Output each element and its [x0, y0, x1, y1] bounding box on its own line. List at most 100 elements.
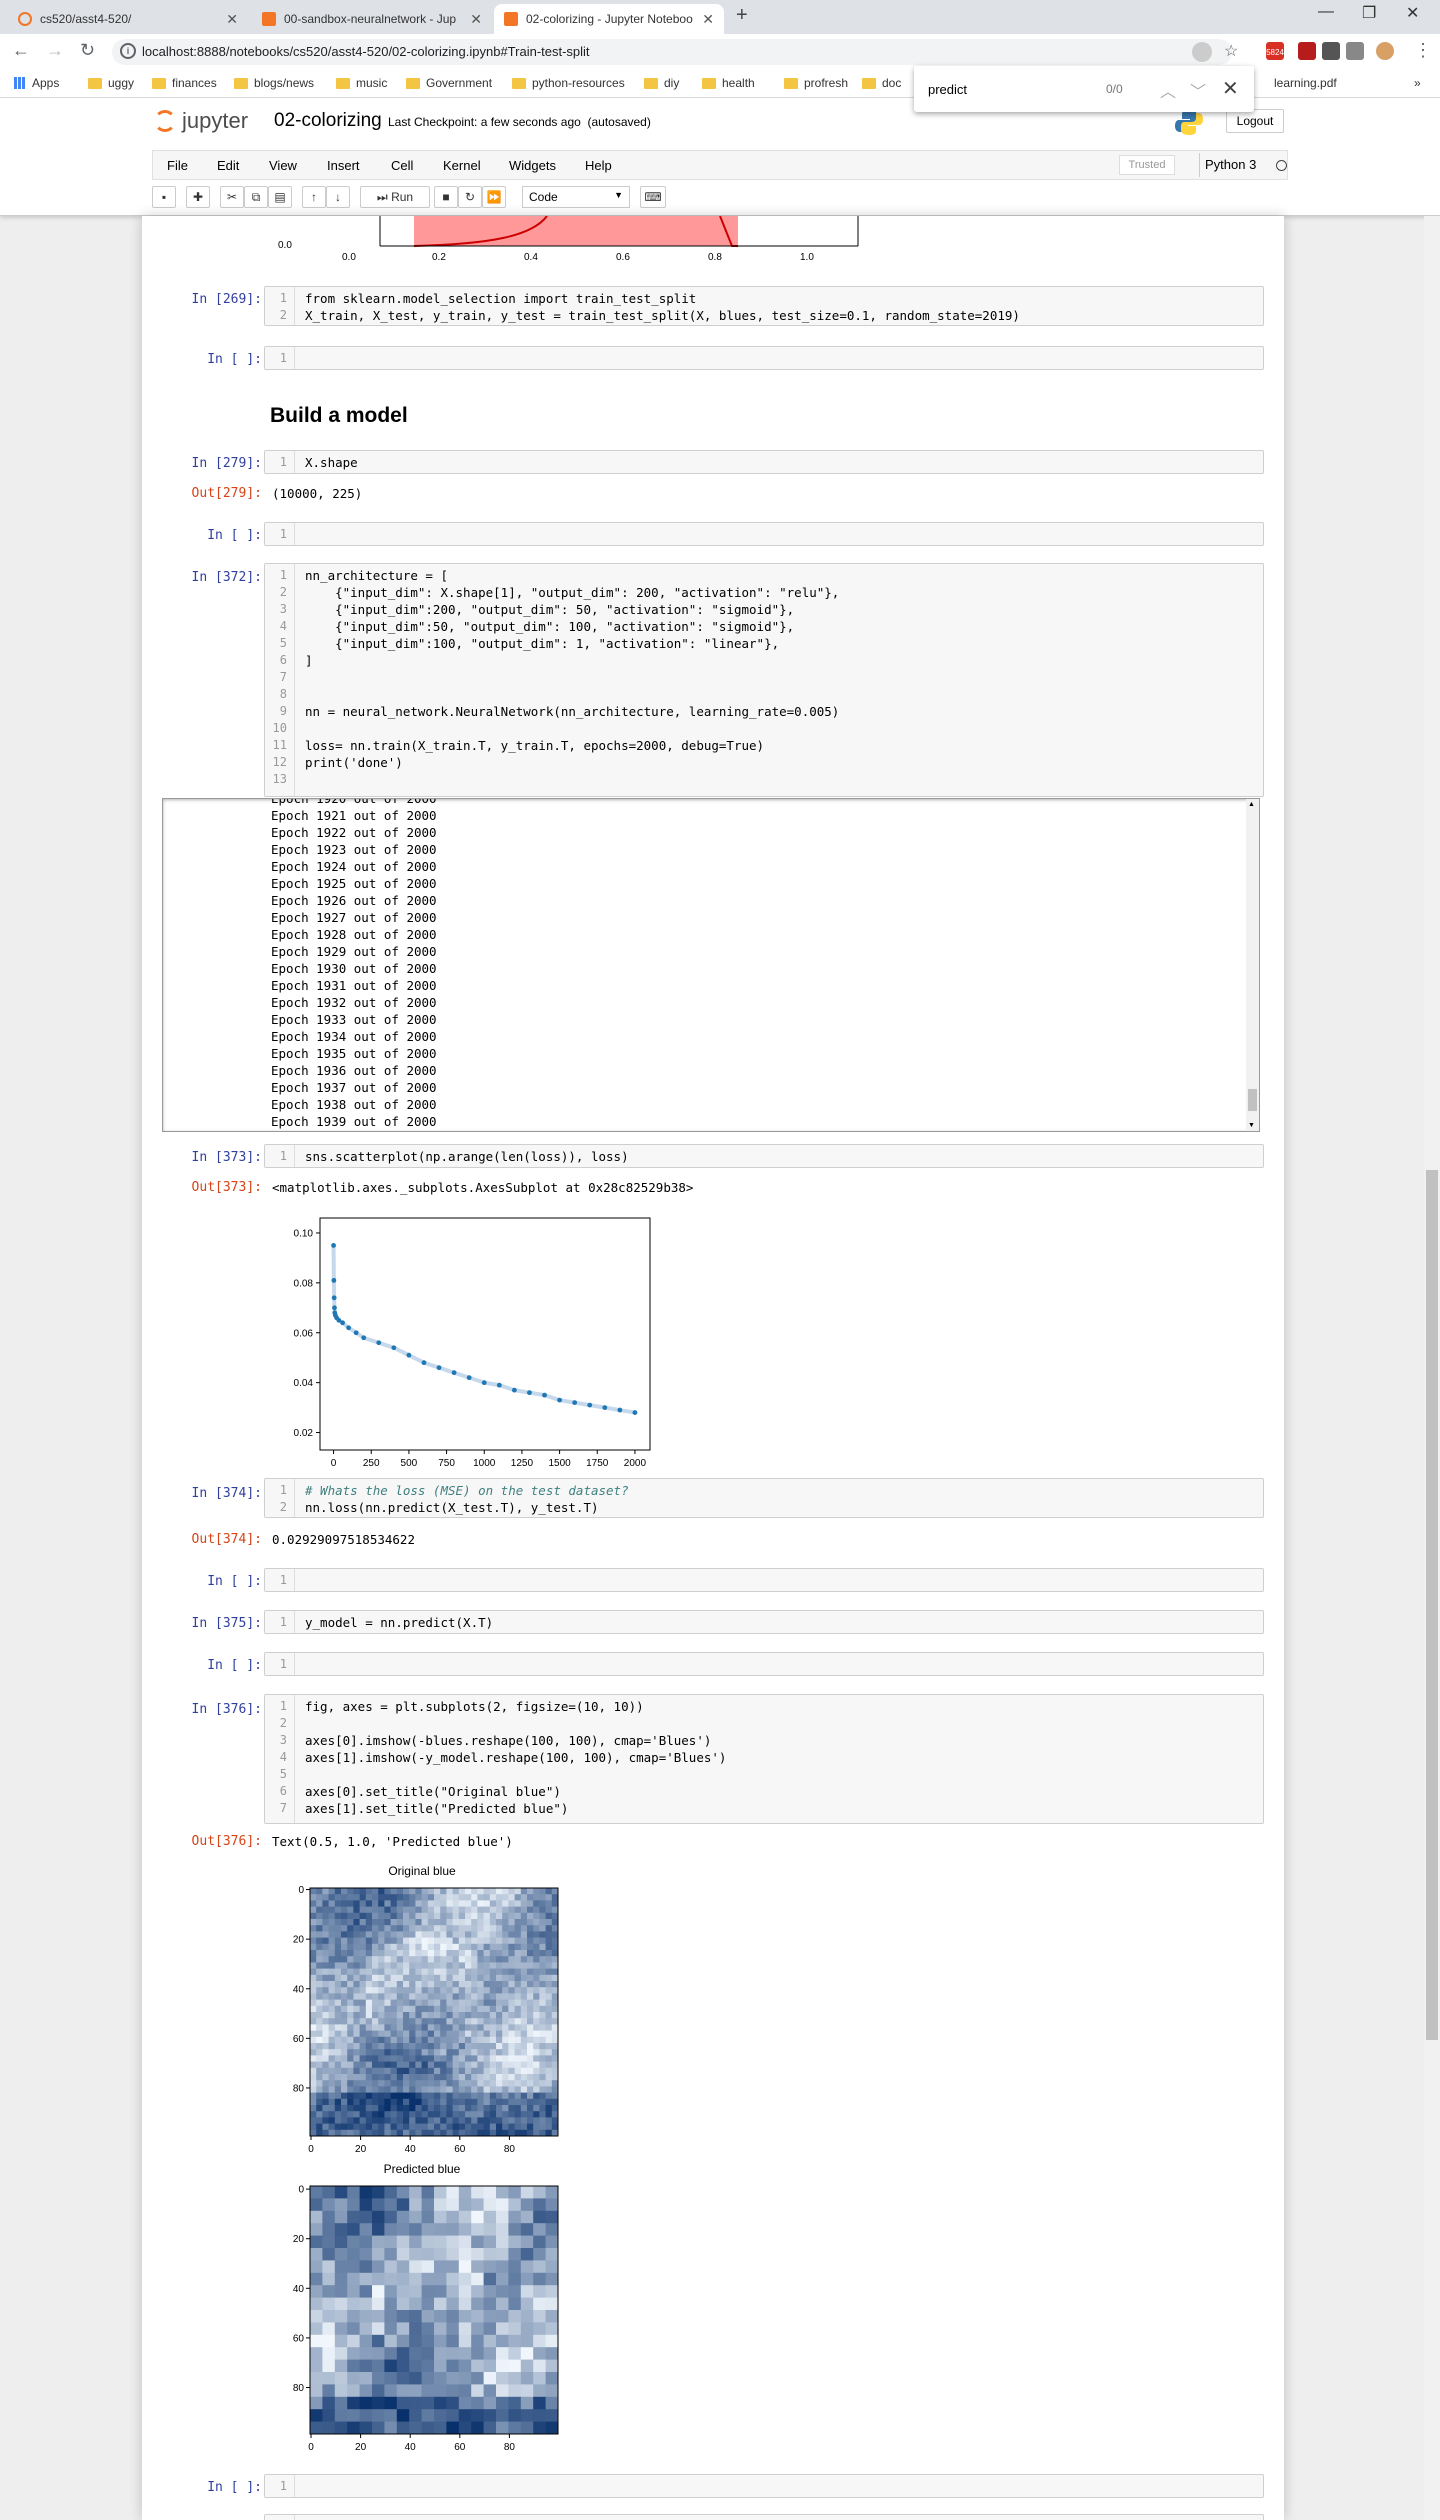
code-cell[interactable]: 1 sns.scatterplot(np.arange(len(loss)), …: [264, 1144, 1264, 1168]
image-pixel-block: [520, 2024, 528, 2032]
menu-cell[interactable]: Cell: [391, 158, 413, 173]
menu-file[interactable]: File: [167, 158, 188, 173]
shield-extension-icon[interactable]: [1298, 42, 1316, 60]
info-icon[interactable]: i: [120, 43, 136, 59]
code-cell[interactable]: 1: [264, 1652, 1264, 1676]
cell-type-select[interactable]: Code ▼: [522, 186, 630, 208]
menu-kernel[interactable]: Kernel: [443, 158, 481, 173]
image-pixel-block: [396, 2272, 410, 2286]
code-cell[interactable]: 1 nn_architecture = [2 {"input_dim": X.sh…: [264, 563, 1264, 797]
close-icon[interactable]: ✕: [702, 11, 714, 28]
menu-view[interactable]: View: [269, 158, 297, 173]
code-cell[interactable]: 1: [264, 1568, 1264, 1592]
interrupt-button[interactable]: ■: [434, 186, 458, 208]
copy-button[interactable]: ⧉: [244, 186, 268, 208]
browser-tab-sandbox[interactable]: 00-sandbox-neuralnetwork - Jup ✕: [252, 4, 492, 34]
minimize-icon[interactable]: —: [1318, 3, 1334, 21]
command-palette-button[interactable]: ⌨: [640, 186, 666, 208]
bookmark-folder[interactable]: blogs/news: [234, 76, 314, 90]
run-button[interactable]: ⏭ Run: [360, 186, 430, 208]
back-icon[interactable]: ←: [12, 40, 30, 61]
image-pixel-block: [434, 1888, 441, 1895]
forward-icon[interactable]: →: [46, 40, 64, 61]
bookmark-folder[interactable]: diy: [644, 76, 679, 90]
scroll-thumb[interactable]: [1248, 1089, 1257, 1111]
restart-run-all-button[interactable]: ⏩: [482, 186, 506, 208]
code-cell[interactable]: 1: [264, 522, 1264, 546]
image-pixel-block: [508, 1999, 516, 2007]
code-cell[interactable]: 1: [264, 346, 1264, 370]
insert-cell-button[interactable]: ✚: [186, 186, 210, 208]
more-bookmarks-icon[interactable]: »: [1414, 76, 1421, 90]
save-button[interactable]: ▪: [152, 186, 176, 208]
gmail-extension-icon[interactable]: 5824: [1266, 42, 1284, 60]
image-pixel-block: [520, 2098, 528, 2106]
address-bar[interactable]: i localhost:8888/notebooks/cs520/asst4-5…: [112, 39, 1238, 65]
logout-button[interactable]: Logout: [1226, 109, 1284, 133]
window-close-icon[interactable]: ✕: [1406, 3, 1419, 23]
image-pixel-block: [372, 2117, 379, 2125]
image-pixel-block: [353, 2098, 361, 2106]
menu-help[interactable]: Help: [585, 158, 612, 173]
avatar[interactable]: [1376, 42, 1394, 60]
move-up-button[interactable]: ↑: [302, 186, 326, 208]
extension-icon[interactable]: [1322, 42, 1340, 60]
page-scroll-thumb[interactable]: [1426, 1170, 1438, 2040]
bookmark-folder[interactable]: profresh: [784, 76, 848, 90]
bookmark-folder[interactable]: finances: [152, 76, 217, 90]
notebook-name[interactable]: 02-colorizing: [274, 110, 382, 132]
move-down-button[interactable]: ↓: [326, 186, 350, 208]
output-scrollbar[interactable]: ▲ ▼: [1246, 799, 1259, 1131]
code-cell[interactable]: 1 2 from sklearn.model_selection import …: [264, 286, 1264, 326]
code-cell[interactable]: 1 2 # Whats the loss (MSE) on the test d…: [264, 1478, 1264, 1518]
image-pixel-block: [390, 2098, 398, 2106]
bookmark-folder[interactable]: Government: [406, 76, 492, 90]
bookmark-pdf[interactable]: learning.pdf: [1274, 76, 1337, 90]
restart-button[interactable]: ↻: [458, 186, 482, 208]
code-cell[interactable]: 1 fig, axes = plt.subplots(2, figsize=(10…: [264, 1694, 1264, 1824]
code-cell[interactable]: 1 y_model = nn.predict(X.T): [264, 1610, 1264, 1634]
bookmark-folder[interactable]: python-resources: [512, 76, 625, 90]
jupyter-logo[interactable]: jupyter: [154, 108, 248, 134]
menu-kebab-icon[interactable]: ⋮: [1414, 40, 1432, 61]
scrolled-output-area[interactable]: ▲ ▼ Epoch 1920 out of 2000 Epoch 1921 out…: [162, 798, 1260, 1132]
menu-widgets[interactable]: Widgets: [509, 158, 556, 173]
new-tab-icon[interactable]: +: [736, 4, 748, 27]
find-input[interactable]: predict: [928, 82, 967, 97]
code-cell[interactable]: 1: [264, 2474, 1264, 2498]
page-scrollbar[interactable]: [1424, 216, 1440, 2520]
image-pixel-block: [384, 1999, 392, 2007]
menu-edit[interactable]: Edit: [217, 158, 239, 173]
scroll-down-icon[interactable]: ▼: [1248, 1122, 1255, 1129]
code-cell[interactable]: [264, 2514, 1264, 2520]
close-icon[interactable]: ✕: [470, 11, 482, 28]
kernel-name[interactable]: Python 3: [1205, 157, 1256, 172]
scroll-up-icon[interactable]: ▲: [1248, 801, 1255, 808]
reload-icon[interactable]: ↻: [80, 40, 95, 61]
extension-icon[interactable]: [1346, 42, 1364, 60]
maximize-icon[interactable]: ❐: [1362, 3, 1376, 23]
browser-tab-asst4[interactable]: cs520/asst4-520/ ✕: [8, 4, 248, 34]
close-icon[interactable]: ✕: [226, 11, 238, 28]
browser-tab-colorizing[interactable]: 02-colorizing - Jupyter Noteboo ✕: [494, 4, 724, 34]
find-prev-icon[interactable]: ︿: [1160, 78, 1176, 102]
bookmark-folder[interactable]: uggy: [88, 76, 134, 90]
find-close-icon[interactable]: ✕: [1222, 76, 1239, 101]
paste-button[interactable]: ▤: [268, 186, 292, 208]
image-pixel-block: [508, 1931, 516, 1939]
menu-insert[interactable]: Insert: [327, 158, 360, 173]
bookmark-apps[interactable]: Apps: [14, 76, 59, 90]
bookmark-folder[interactable]: doc: [862, 76, 901, 90]
image-pixel-block: [384, 2030, 392, 2038]
cut-button[interactable]: ✂: [220, 186, 244, 208]
bookmark-folder[interactable]: health: [702, 76, 755, 90]
bookmark-star-icon[interactable]: ☆: [1224, 41, 1238, 61]
image-pixel-block: [551, 1888, 559, 1895]
code-cell[interactable]: 1 X.shape: [264, 450, 1264, 474]
bookmark-folder[interactable]: music: [336, 76, 387, 90]
trusted-badge[interactable]: Trusted: [1119, 155, 1175, 175]
page-action-icon[interactable]: [1192, 42, 1212, 62]
image-pixel-block: [545, 2055, 553, 2063]
find-next-icon[interactable]: ﹀: [1190, 78, 1206, 102]
image-pixel-block: [533, 2198, 547, 2212]
